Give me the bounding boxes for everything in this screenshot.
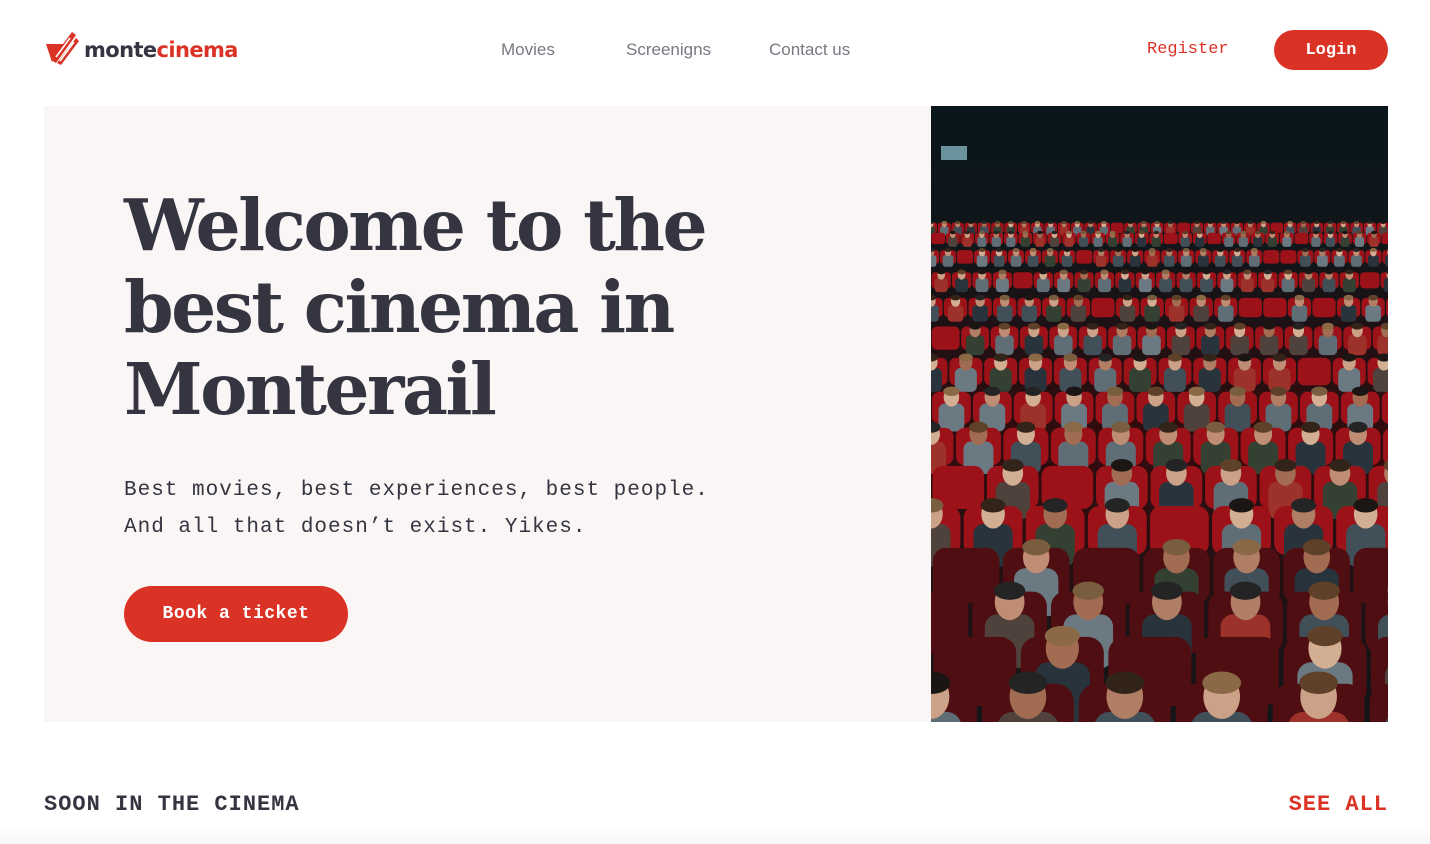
- hero-section: Welcome to the best cinema in Monterail …: [44, 106, 931, 722]
- hero-subtitle: Best movies, best experiences, best peop…: [124, 472, 824, 546]
- see-all-link[interactable]: SEE ALL: [1289, 790, 1388, 820]
- nav-item-screenings[interactable]: Screenigns: [626, 38, 711, 62]
- login-button[interactable]: Login: [1274, 30, 1388, 70]
- hero-subtitle-line-2: And all that doesn’t exist. Yikes.: [124, 516, 587, 539]
- hero-title: Welcome to the best cinema in Monterail: [124, 183, 708, 431]
- site-header: montecinema Movies Screenigns Contact us…: [0, 0, 1430, 100]
- nav-item-contact[interactable]: Contact us: [769, 38, 850, 62]
- hero-subtitle-line-1: Best movies, best experiences, best peop…: [124, 479, 709, 502]
- nav-item-movies[interactable]: Movies: [501, 38, 555, 62]
- book-ticket-button[interactable]: Book a ticket: [124, 586, 348, 642]
- soon-section-title: SOON IN THE CINEMA: [44, 792, 300, 817]
- cinema-audience-illustration: [931, 106, 1388, 722]
- register-link[interactable]: Register: [1147, 38, 1229, 62]
- cinema-audience-photo: [931, 106, 1388, 722]
- movie-cards-edge: [0, 826, 1430, 844]
